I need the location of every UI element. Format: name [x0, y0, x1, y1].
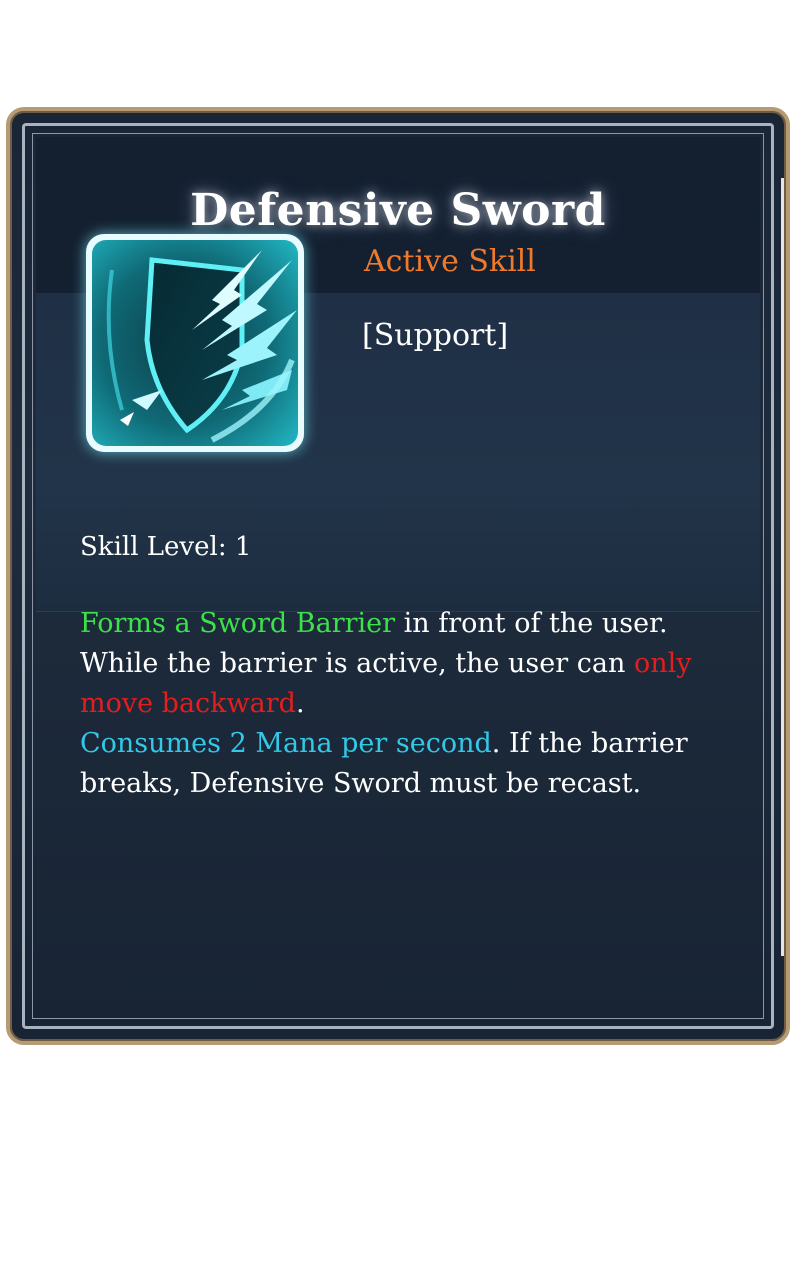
- desc-highlight-barrier: Forms a Sword Barrier: [80, 608, 396, 639]
- skill-title: Defensive Sword: [190, 185, 606, 236]
- desc-text-1: in front of the user.: [395, 608, 668, 639]
- desc-text-3: .: [295, 688, 305, 719]
- desc-highlight-mana: Consumes 2 Mana per second: [80, 728, 492, 759]
- shield-sword-icon: [92, 240, 298, 446]
- skill-description: Forms a Sword Barrier in front of the us…: [80, 604, 720, 804]
- scrollbar[interactable]: [781, 178, 784, 956]
- skill-category-label: [Support]: [362, 318, 509, 353]
- desc-text-2: While the barrier is active, the user ca…: [80, 648, 634, 679]
- skill-level: Skill Level: 1: [80, 532, 252, 562]
- skill-type-label: Active Skill: [364, 244, 536, 279]
- skill-icon-frame: [86, 234, 304, 452]
